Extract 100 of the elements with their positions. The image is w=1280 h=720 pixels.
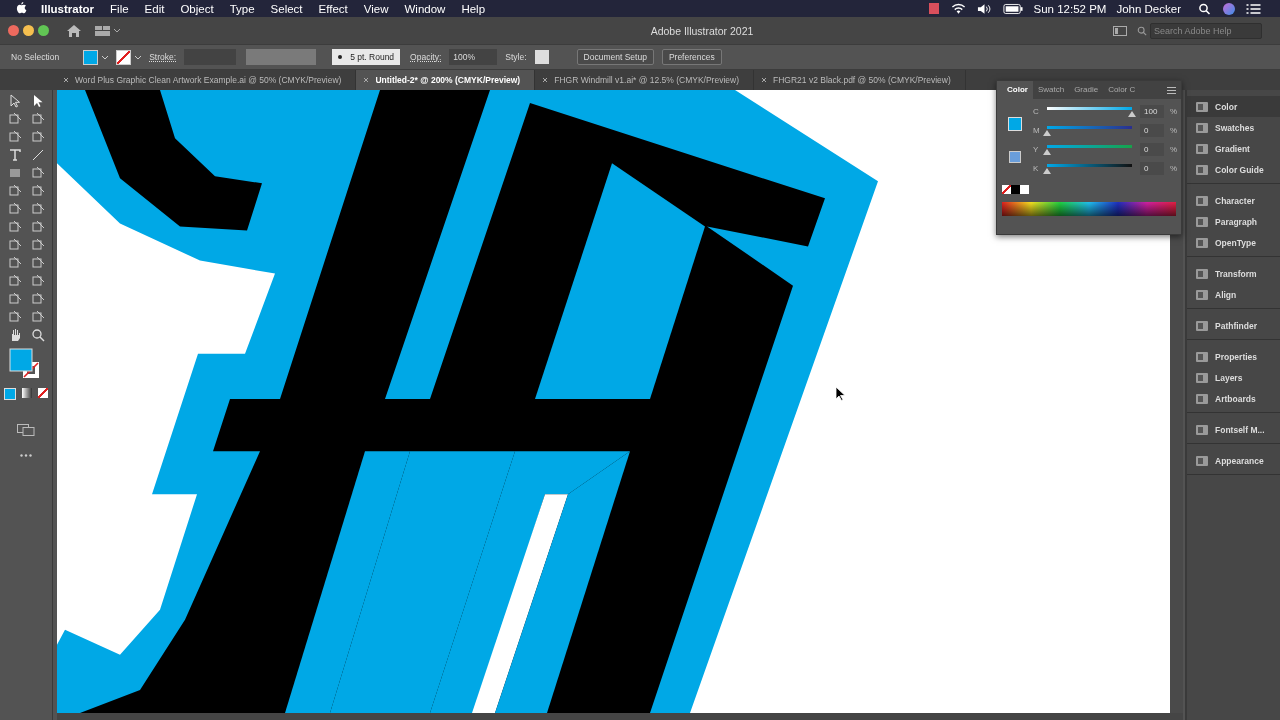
close-button[interactable] [8, 25, 19, 36]
zoom-icon[interactable] [30, 328, 45, 342]
search-icon[interactable] [1197, 2, 1212, 15]
panel-tab[interactable]: Color [997, 81, 1033, 99]
panel-item[interactable]: Artboards [1187, 388, 1280, 409]
toolbar-button[interactable]: Document Setup [576, 49, 654, 65]
panel-icon [1195, 454, 1209, 467]
panel-icon [1195, 350, 1209, 363]
panel-toggle-icon[interactable] [1113, 25, 1127, 36]
clock[interactable]: Sun 12:52 PM [1033, 2, 1107, 15]
web-safe-color-swatch[interactable] [1009, 151, 1021, 163]
minimize-button[interactable] [23, 25, 34, 36]
percent-unit: % [1170, 126, 1178, 135]
panel-item[interactable]: OpenType [1187, 232, 1280, 253]
stroke-label[interactable]: Stroke: [149, 52, 177, 62]
panel-item[interactable]: Swatches [1187, 117, 1280, 138]
panel-item[interactable]: Pathfinder [1187, 315, 1280, 336]
panel-item[interactable]: Color [1187, 96, 1280, 117]
close-icon[interactable] [363, 77, 370, 83]
panel-icon [1195, 392, 1209, 405]
opacity-field[interactable]: 100% [449, 49, 498, 65]
search-icon [1137, 25, 1147, 36]
app-status-icon[interactable] [928, 3, 939, 14]
more-icon[interactable] [20, 454, 32, 457]
screen-mode-icon[interactable] [17, 424, 35, 436]
style-swatch[interactable] [534, 50, 549, 64]
selection-arrow-icon[interactable] [7, 94, 22, 108]
panel-tab[interactable]: Gradie [1069, 81, 1104, 99]
panel-item[interactable]: Fontself M... [1187, 419, 1280, 440]
toolbar-button[interactable]: Preferences [661, 49, 722, 65]
menu-item[interactable]: File [110, 2, 129, 15]
close-icon[interactable] [63, 77, 69, 83]
color-spectrum[interactable] [1002, 202, 1176, 216]
panel-icon [1195, 121, 1209, 134]
channel-value-field[interactable]: 0 [1140, 162, 1164, 175]
menu-item[interactable]: Object [180, 2, 214, 15]
document-tab[interactable]: Untitled-2* @ 200% (CMYK/Preview) [356, 70, 536, 90]
fill-color-swatch[interactable] [1008, 117, 1022, 131]
wifi-icon[interactable] [950, 2, 966, 15]
list-icon[interactable] [1246, 2, 1261, 15]
caret-icon[interactable] [101, 54, 110, 60]
type-icon[interactable] [7, 148, 22, 162]
siri-icon[interactable] [1223, 2, 1235, 15]
panel-tab[interactable]: Color C [1103, 81, 1141, 99]
panel-tab[interactable]: Swatch [1032, 81, 1070, 99]
panel-icon [1195, 163, 1209, 176]
menu-item[interactable]: Effect [318, 2, 348, 15]
menu-icon[interactable] [1167, 86, 1176, 94]
stroke-swatch[interactable] [116, 49, 132, 65]
menu-item[interactable]: Select [270, 2, 303, 15]
channel-value-field[interactable]: 0 [1140, 124, 1164, 137]
none-mode-icon[interactable] [38, 388, 48, 398]
caret-icon[interactable] [134, 54, 143, 60]
zoom-button[interactable] [38, 25, 49, 36]
pointer-cursor-icon [835, 386, 845, 401]
panel-item[interactable]: Character [1187, 190, 1280, 211]
user-name[interactable]: John Decker [1116, 2, 1181, 15]
percent-unit: % [1170, 107, 1178, 116]
channel-value-field[interactable]: 100 [1140, 105, 1164, 118]
close-icon[interactable] [542, 77, 549, 83]
gradient-mode-icon[interactable] [22, 388, 32, 398]
workspace-icon[interactable] [95, 25, 121, 36]
opacity-label[interactable]: Opacity: [410, 52, 442, 62]
panel-item[interactable]: Appearance [1187, 450, 1280, 471]
percent-unit: % [1170, 164, 1178, 173]
line-icon[interactable] [30, 148, 45, 162]
panel-item[interactable]: Properties [1187, 346, 1280, 367]
channel-label: Y [1033, 145, 1040, 154]
fill-swatch[interactable] [83, 49, 99, 65]
app-menu[interactable]: Illustrator [41, 2, 95, 15]
menu-item[interactable]: Type [229, 2, 255, 15]
panel-item[interactable]: Align [1187, 284, 1280, 305]
panel-item[interactable]: Transform [1187, 263, 1280, 284]
close-icon[interactable] [761, 77, 767, 83]
panel-icon [1195, 288, 1209, 301]
battery-icon[interactable] [1002, 2, 1023, 15]
volume-icon[interactable] [976, 2, 992, 15]
variable-width-field[interactable] [246, 49, 317, 65]
percent-unit: % [1170, 145, 1178, 154]
panel-icon [1195, 423, 1209, 436]
menu-item[interactable]: Window [404, 2, 446, 15]
color-swatch[interactable] [1011, 185, 1020, 194]
rectangle-icon[interactable] [7, 166, 22, 180]
panel-item[interactable]: Color Guide [1187, 159, 1280, 180]
window-title: Adobe Illustrator 2021 [649, 24, 755, 37]
apple-icon[interactable] [16, 2, 27, 15]
panel-item[interactable]: Layers [1187, 367, 1280, 388]
home-icon[interactable] [67, 24, 81, 37]
color-swatch[interactable] [1020, 185, 1029, 194]
menu-item[interactable]: View [363, 2, 389, 15]
panel-item[interactable]: Gradient [1187, 138, 1280, 159]
menu-item[interactable]: Edit [144, 2, 165, 15]
none-color-swatch[interactable] [1002, 185, 1011, 194]
dot-icon [338, 55, 343, 59]
menu-item[interactable]: Help [461, 2, 486, 15]
channel-value-field[interactable]: 0 [1140, 143, 1164, 156]
search-field[interactable]: Search Adobe Help [1150, 22, 1262, 39]
color-mode-icon[interactable] [4, 388, 16, 400]
panel-item[interactable]: Paragraph [1187, 211, 1280, 232]
panel-icon [1195, 267, 1209, 280]
